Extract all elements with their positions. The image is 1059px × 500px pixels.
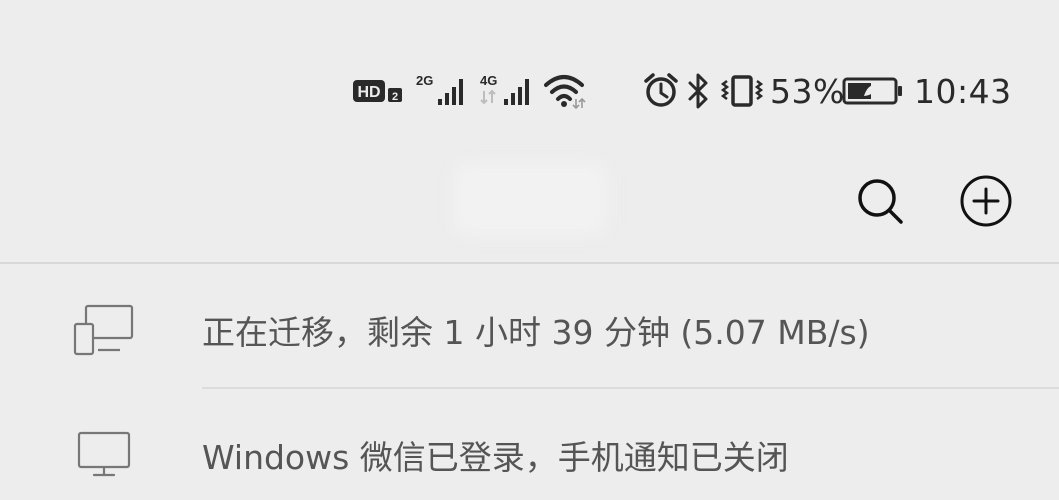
signal-icon: 2G [414, 60, 470, 122]
hd-label: HD [357, 84, 380, 101]
add-button[interactable] [958, 173, 1014, 229]
add-circle-icon [960, 175, 1012, 227]
sim-badge: 2 [392, 91, 398, 103]
devices-migrate-icon [72, 302, 136, 358]
hd-icon: HD 2 [352, 60, 404, 122]
wifi-icon [542, 60, 588, 122]
battery-icon [842, 60, 904, 122]
alarm-icon [642, 60, 680, 122]
app-header [0, 140, 1059, 262]
app-screen: HD 2 2G 4G 53% 10:43 正在迁移，剩余 1 小时 39 分钟 … [0, 0, 1059, 500]
migration-notice-row[interactable]: 正在迁移，剩余 1 小时 39 分钟 (5.07 MB/s) [0, 264, 1059, 388]
status-bar: HD 2 2G 4G 53% 10:43 [0, 60, 1059, 122]
time-label: 10:43 [914, 71, 1012, 111]
page-title [455, 164, 605, 234]
battery-percent-label: 53% [770, 71, 845, 111]
monitor-icon [72, 427, 136, 483]
network-type-label: 2G [416, 73, 433, 88]
network-type-label: 4G [480, 73, 497, 88]
migration-status-text: 正在迁移，剩余 1 小时 39 分钟 (5.07 MB/s) [202, 313, 870, 352]
clock: 10:43 [914, 60, 1012, 122]
windows-login-notice-row[interactable]: Windows 微信已登录，手机通知已关闭 [0, 389, 1059, 500]
battery-percent: 53% [770, 60, 845, 122]
search-button[interactable] [852, 173, 908, 229]
search-icon [858, 179, 903, 224]
vibrate-icon [718, 60, 766, 122]
signal-icon: 4G [478, 60, 538, 122]
bluetooth-icon [686, 60, 710, 122]
windows-login-text: Windows 微信已登录，手机通知已关闭 [202, 438, 789, 477]
